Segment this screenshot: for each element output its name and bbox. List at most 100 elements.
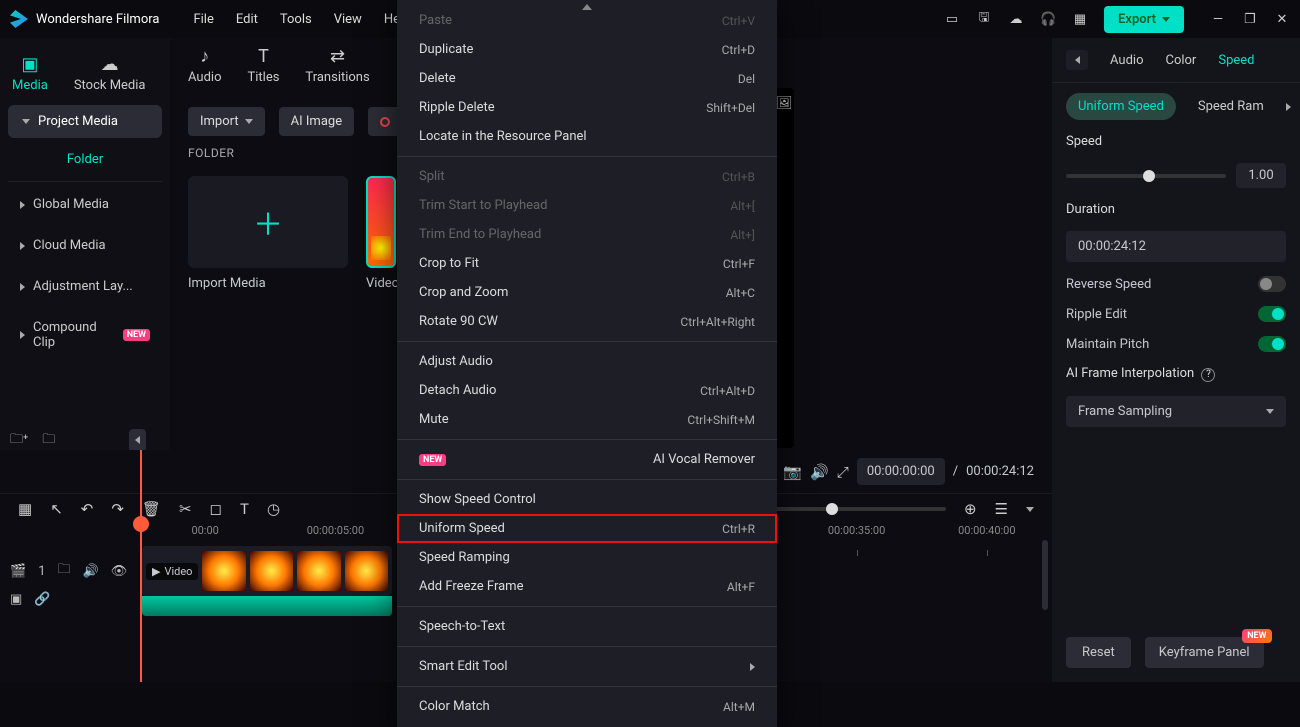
undo-icon[interactable]: ↶ xyxy=(81,500,94,518)
folder-tab[interactable]: Folder xyxy=(8,138,162,182)
video-clip-tile[interactable]: Video xyxy=(366,176,399,291)
volume-icon[interactable]: 🔊 xyxy=(810,463,829,481)
context-menu-item-add-freeze-frame[interactable]: Add Freeze FrameAlt+F xyxy=(397,572,777,601)
text-icon[interactable]: T xyxy=(240,500,249,518)
snapshot-icon[interactable]: 📷 xyxy=(783,463,802,481)
speed-slider[interactable] xyxy=(1066,174,1226,178)
inspector-nav-left[interactable] xyxy=(1066,50,1088,70)
subtab-uniform-speed[interactable]: Uniform Speed xyxy=(1066,93,1176,120)
interp-select[interactable]: Frame Sampling xyxy=(1066,396,1286,427)
cloud-icon[interactable]: ☁ xyxy=(1008,11,1024,27)
export-button[interactable]: Export xyxy=(1104,6,1184,33)
context-menu-item-mute[interactable]: MuteCtrl+Shift+M xyxy=(397,405,777,434)
context-menu-item-crop-and-zoom[interactable]: Crop and ZoomAlt+C xyxy=(397,278,777,307)
context-menu-item-delete[interactable]: DeleteDel xyxy=(397,64,777,93)
collapse-sidebar-button[interactable] xyxy=(129,429,146,452)
sidebar-item-global-media[interactable]: Global Media xyxy=(8,186,162,223)
subtab-speed-ramping[interactable]: Speed Ram xyxy=(1186,93,1276,120)
context-menu-separator xyxy=(397,341,777,342)
timecode-sep: / xyxy=(953,464,958,479)
context-menu-item-color-match[interactable]: Color MatchAlt+M xyxy=(397,692,777,721)
clip-audio-waveform[interactable] xyxy=(142,596,392,616)
chevron-down-icon[interactable] xyxy=(1026,507,1034,512)
image-icon[interactable]: 🖼 xyxy=(776,96,793,111)
tab-media[interactable]: ▣ Media xyxy=(12,54,48,93)
folder-icon[interactable]: 🗀 xyxy=(58,560,71,582)
crop-icon[interactable]: ◻ xyxy=(210,500,222,518)
timecode-current[interactable]: 00:00:00:00 xyxy=(857,458,945,485)
reset-button[interactable]: Reset xyxy=(1066,637,1131,668)
inspector-tab-color[interactable]: Color xyxy=(1165,53,1196,68)
zoom-in-icon[interactable]: ⊕ xyxy=(964,500,977,518)
playhead[interactable] xyxy=(140,450,142,682)
inspector-tab-speed[interactable]: Speed xyxy=(1218,53,1254,68)
visibility-icon[interactable]: 👁 xyxy=(111,564,128,579)
reverse-speed-toggle[interactable] xyxy=(1258,276,1286,292)
menu-edit[interactable]: Edit xyxy=(236,12,258,27)
context-menu-item-duplicate[interactable]: DuplicateCtrl+D xyxy=(397,35,777,64)
ai-image-button[interactable]: AI Image xyxy=(279,107,354,136)
bin-icon[interactable]: 🗀 xyxy=(42,430,55,452)
maximize-icon[interactable]: ❐ xyxy=(1242,11,1258,27)
chevron-up-icon[interactable] xyxy=(582,4,592,10)
new-folder-icon[interactable]: 🗀⁺ xyxy=(10,430,28,452)
ripple-edit-toggle[interactable] xyxy=(1258,306,1286,322)
mute-icon[interactable]: 🔊 xyxy=(83,564,99,579)
timeline-scrollbar[interactable] xyxy=(1042,540,1048,610)
pointer-icon[interactable]: ↖ xyxy=(50,500,63,518)
context-menu-item-ripple-delete[interactable]: Ripple DeleteShift+Del xyxy=(397,93,777,122)
support-icon[interactable]: 🎧 xyxy=(1040,11,1056,27)
context-menu-item-speed-ramping[interactable]: Speed Ramping xyxy=(397,543,777,572)
fullscreen-icon[interactable]: ⤢ xyxy=(837,463,849,481)
tab-transitions[interactable]: ⇄ Transitions xyxy=(305,46,369,85)
context-menu-item-speech-to-text[interactable]: Speech-to-Text xyxy=(397,612,777,641)
duration-field[interactable]: 00:00:24:12 xyxy=(1066,231,1286,262)
maintain-pitch-toggle[interactable] xyxy=(1258,336,1286,352)
slider-knob[interactable] xyxy=(826,503,838,515)
context-menu-label: Detach Audio xyxy=(419,383,496,398)
sidebar-item-adjustment-layer[interactable]: Adjustment Lay... xyxy=(8,268,162,305)
context-menu-item-smart-edit-tool[interactable]: Smart Edit Tool xyxy=(397,652,777,681)
project-media-chip[interactable]: Project Media xyxy=(8,105,162,138)
tab-titles[interactable]: T Titles xyxy=(247,46,279,85)
context-menu-item-adjust-audio[interactable]: Adjust Audio xyxy=(397,347,777,376)
track-icon[interactable]: 🎬 xyxy=(10,564,26,579)
context-menu-item-uniform-speed[interactable]: Uniform SpeedCtrl+R xyxy=(397,514,777,543)
split-icon[interactable]: ✂ xyxy=(179,500,192,518)
link-icon[interactable]: 🔗 xyxy=(34,592,50,607)
help-icon[interactable]: ? xyxy=(1201,368,1215,382)
speed-icon[interactable]: ◷ xyxy=(267,500,280,518)
import-media-tile[interactable]: ＋ Import Media xyxy=(188,176,348,291)
sidebar-item-compound-clip[interactable]: Compound Clip NEW xyxy=(8,309,162,361)
tab-audio[interactable]: ♪ Audio xyxy=(188,46,221,85)
link-toggle-icon[interactable]: ▣ xyxy=(10,592,22,607)
keyframe-panel-button[interactable]: Keyframe Panel NEW xyxy=(1145,637,1264,668)
inspector-tab-audio[interactable]: Audio xyxy=(1110,53,1143,68)
apps-icon[interactable]: ▦ xyxy=(1072,11,1088,27)
context-menu-item-ai-vocal-remover[interactable]: NEWAI Vocal Remover xyxy=(397,445,777,474)
layout-icon[interactable]: ▭ xyxy=(944,11,960,27)
context-menu-item-locate-in-the-resource-panel[interactable]: Locate in the Resource Panel xyxy=(397,122,777,151)
menu-file[interactable]: File xyxy=(193,12,213,27)
minimize-icon[interactable]: ― xyxy=(1210,11,1226,27)
context-menu-item-detach-audio[interactable]: Detach AudioCtrl+Alt+D xyxy=(397,376,777,405)
speed-value[interactable]: 1.00 xyxy=(1236,163,1286,188)
context-menu-item-show-speed-control[interactable]: Show Speed Control xyxy=(397,485,777,514)
close-icon[interactable]: ✕ xyxy=(1274,11,1290,27)
sidebar-item-cloud-media[interactable]: Cloud Media xyxy=(8,227,162,264)
grid-icon[interactable]: ▦ xyxy=(18,500,32,518)
tab-stock-media[interactable]: ☁ Stock Media xyxy=(74,54,146,93)
context-menu-item-crop-to-fit[interactable]: Crop to FitCtrl+F xyxy=(397,249,777,278)
import-button[interactable]: Import xyxy=(188,107,265,136)
context-menu-label: Color Match xyxy=(419,699,490,714)
context-menu-item-rotate-90-cw[interactable]: Rotate 90 CWCtrl+Alt+Right xyxy=(397,307,777,336)
track-options-icon[interactable]: ☰ xyxy=(995,500,1008,518)
redo-icon[interactable]: ↷ xyxy=(111,500,124,518)
save-icon[interactable]: 🖫 xyxy=(976,11,992,27)
menu-tools[interactable]: Tools xyxy=(280,12,312,27)
timeline-clip[interactable]: ▶ Video xyxy=(142,546,392,596)
menu-view[interactable]: View xyxy=(334,12,362,27)
slider-knob[interactable] xyxy=(1143,170,1155,182)
chevron-right-icon[interactable] xyxy=(1286,103,1291,111)
delete-icon[interactable]: 🗑 xyxy=(142,500,161,518)
